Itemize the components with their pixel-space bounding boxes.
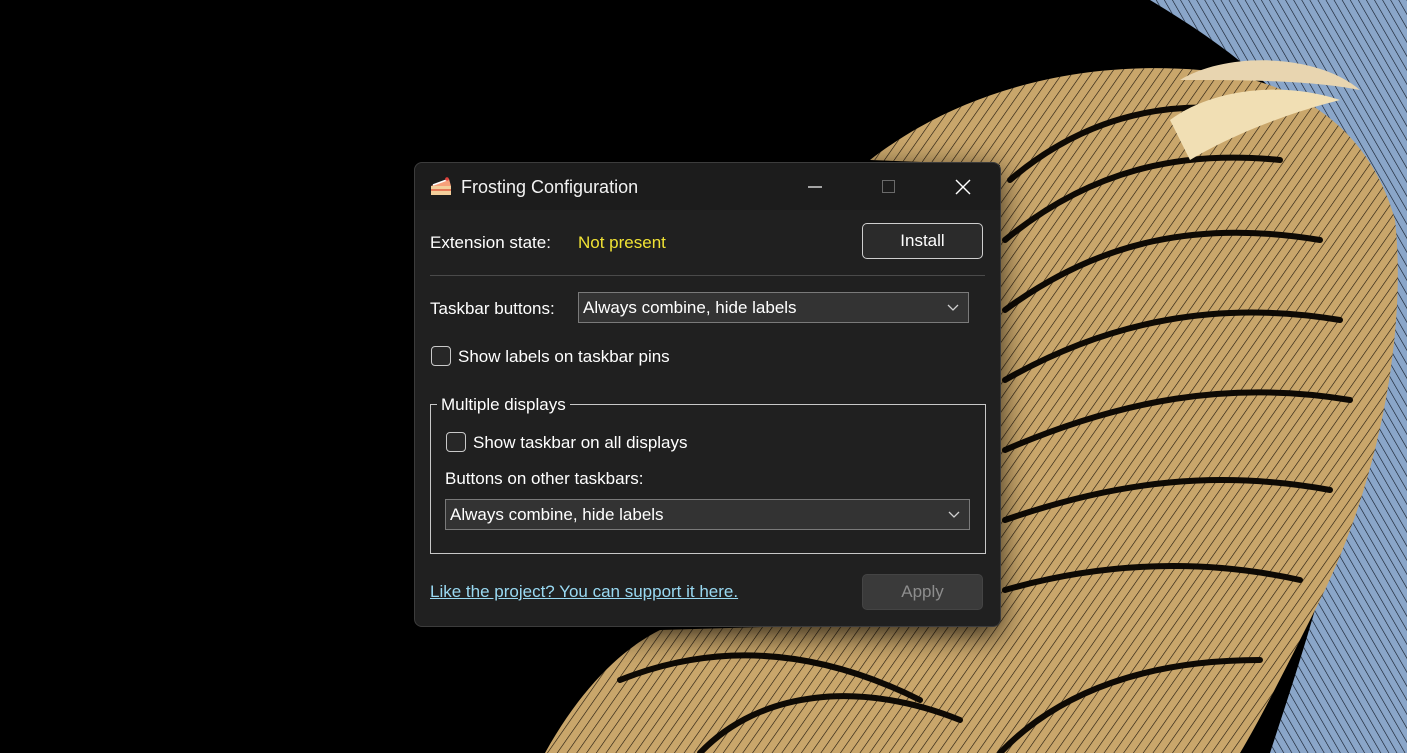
show-labels-pins-checkbox[interactable] [431, 346, 451, 366]
extension-state-value: Not present [578, 233, 666, 252]
install-button[interactable]: Install [862, 223, 983, 259]
support-link[interactable]: Like the project? You can support it her… [430, 582, 738, 602]
close-icon [955, 179, 971, 194]
taskbar-buttons-value: Always combine, hide labels [583, 297, 797, 317]
minimize-button[interactable] [778, 163, 852, 210]
show-all-displays-checkbox[interactable] [446, 432, 466, 452]
title-bar[interactable]: Frosting Configuration [415, 163, 1000, 210]
maximize-button [852, 163, 926, 210]
other-taskbars-label: Buttons on other taskbars: [445, 469, 644, 488]
chevron-down-icon [947, 304, 959, 311]
multiple-displays-legend: Multiple displays [437, 395, 570, 415]
minimize-icon [808, 185, 822, 188]
desktop: Frosting Configuration Extension state: [0, 0, 1407, 753]
chevron-down-icon [948, 511, 960, 518]
frosting-config-window: Frosting Configuration Extension state: [414, 162, 1001, 627]
cake-slice-icon [431, 177, 451, 195]
other-taskbars-value: Always combine, hide labels [450, 504, 664, 524]
apply-button[interactable]: Apply [862, 574, 983, 610]
window-title: Frosting Configuration [461, 177, 639, 197]
extension-state-label: Extension state: [430, 233, 551, 252]
taskbar-buttons-label: Taskbar buttons: [430, 299, 555, 318]
separator [430, 275, 985, 276]
maximize-icon [882, 179, 895, 193]
taskbar-buttons-dropdown[interactable]: Always combine, hide labels [578, 292, 969, 323]
show-labels-pins-label[interactable]: Show labels on taskbar pins [458, 347, 670, 367]
other-taskbars-dropdown[interactable]: Always combine, hide labels [445, 499, 970, 530]
show-all-displays-label[interactable]: Show taskbar on all displays [473, 433, 688, 453]
close-button[interactable] [926, 163, 1000, 210]
